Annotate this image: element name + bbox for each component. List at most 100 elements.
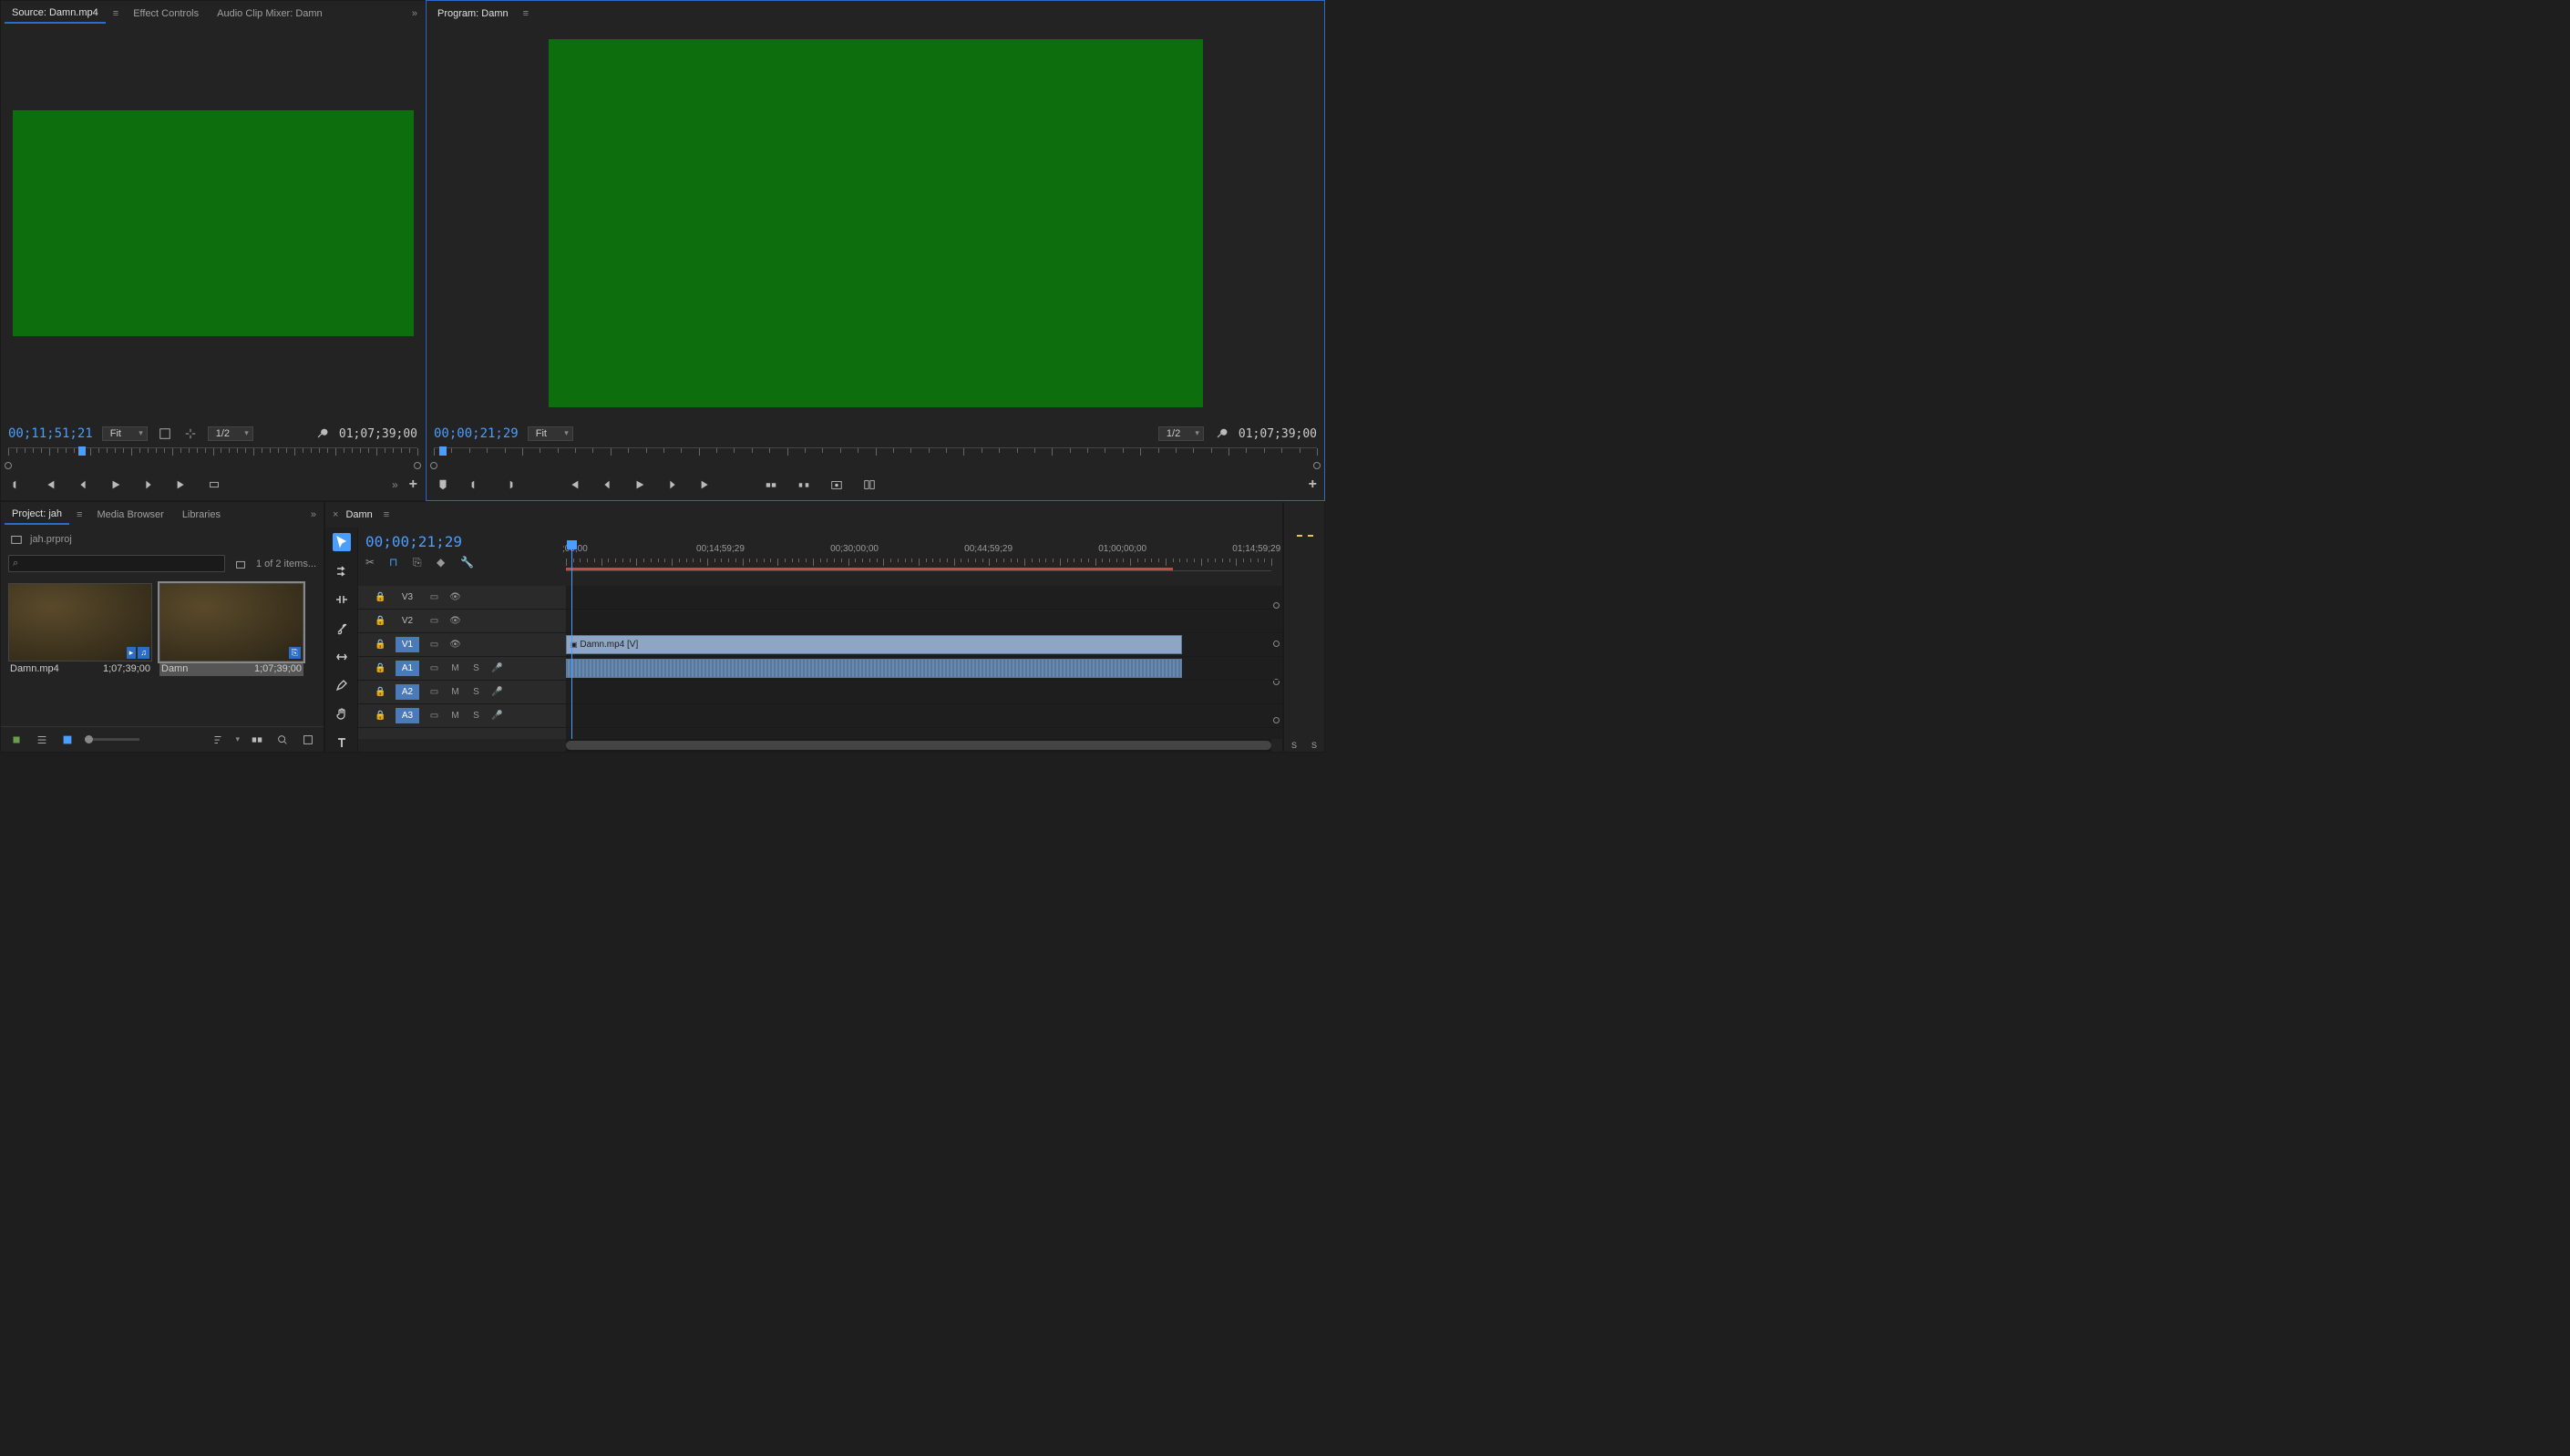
select-zoom-icon[interactable] [157,426,173,442]
tab-audio-mixer[interactable]: Audio Clip Mixer: Damn [210,5,330,23]
tab-libraries[interactable]: Libraries [175,506,228,524]
snap-toggle-icon[interactable]: ⊓ [389,556,402,569]
rw-toggle-icon[interactable] [8,732,25,748]
sync-lock-icon[interactable]: ▭ [428,615,440,627]
track-name-label[interactable]: V2 [396,613,419,629]
timeline-zoom-scrollbar[interactable] [566,739,1271,752]
timeline-ruler-area[interactable]: ;00;0000;14;59;2900;30;00;0000;44;59;290… [566,528,1282,586]
timeline-tab[interactable]: Damn [345,509,372,520]
source-zoom-dropdown[interactable]: Fit [102,426,148,441]
program-resolution-dropdown[interactable]: 1/2 [1158,426,1204,441]
solo-label[interactable]: S [1311,741,1317,750]
goto-in-icon[interactable] [565,476,583,494]
lock-icon[interactable]: 🔒 [375,639,386,651]
track-lane[interactable] [566,610,1282,633]
comparison-icon[interactable] [860,476,879,494]
sync-lock-icon[interactable]: ▭ [428,639,440,651]
track-name-label[interactable]: A1 [396,661,419,676]
track-header[interactable]: 🔒 A3 ▭ MS🎤 [358,704,566,728]
thumbnail-size-slider[interactable] [85,738,139,741]
mark-in-icon[interactable] [467,476,485,494]
panel-menu-icon[interactable]: ≡ [109,8,122,19]
close-tab-icon[interactable]: × [333,509,338,520]
source-timecode[interactable]: 00;11;51;21 [8,426,93,441]
sync-lock-icon[interactable]: ▭ [428,662,440,674]
voice-over-icon[interactable]: 🎤 [491,662,503,674]
lock-icon[interactable]: 🔒 [375,710,386,722]
goto-out-icon[interactable] [696,476,714,494]
track-header[interactable]: 🔒 V2 ▭ 👁 [358,610,566,633]
extract-icon[interactable] [795,476,813,494]
solo-icon[interactable]: S [470,710,482,722]
track-header[interactable]: 🔒 A2 ▭ MS🎤 [358,681,566,704]
bin-item[interactable]: ▸♫ Damn.mp4 1;07;39;00 [8,583,152,676]
track-header[interactable]: 🔒 A1 ▭ MS🎤 [358,657,566,681]
lock-icon[interactable]: 🔒 [375,662,386,674]
mark-in-icon[interactable] [8,476,26,494]
program-viewer[interactable] [427,26,1324,420]
mark-out-icon[interactable] [499,476,518,494]
wrench-icon[interactable] [314,426,330,442]
nest-toggle-icon[interactable]: ✂ [365,556,378,569]
list-view-icon[interactable] [34,732,50,748]
tab-media-browser[interactable]: Media Browser [89,506,170,524]
ripple-edit-tool-icon[interactable] [333,590,351,608]
slip-tool-icon[interactable] [333,648,351,665]
goto-out-icon[interactable] [172,476,190,494]
export-frame-icon[interactable] [828,476,846,494]
track-header[interactable]: 🔒 V3 ▭ 👁 [358,586,566,610]
icon-view-icon[interactable] [59,732,76,748]
solo-label[interactable]: S [1291,741,1297,750]
source-viewer[interactable] [1,26,425,420]
step-fwd-icon[interactable] [139,476,158,494]
toggle-output-icon[interactable]: 👁 [449,591,461,603]
sync-lock-icon[interactable]: ▭ [428,591,440,603]
lock-icon[interactable]: 🔒 [375,615,386,627]
panel-menu-icon[interactable]: ≡ [73,509,86,520]
source-resolution-dropdown[interactable]: 1/2 [208,426,253,441]
panel-menu-icon[interactable]: ≡ [380,509,393,520]
track-lane[interactable] [566,704,1282,728]
wrench-icon[interactable] [1213,426,1229,442]
auto-seq-icon[interactable] [249,732,265,748]
bin-item[interactable]: ⎘ Damn 1;07;39;00 [159,583,303,676]
selection-tool-icon[interactable] [333,533,351,551]
add-button-icon[interactable]: + [1309,477,1317,493]
pen-tool-icon[interactable] [333,677,351,694]
voice-over-icon[interactable]: 🎤 [491,710,503,722]
step-fwd-icon[interactable] [663,476,682,494]
razor-tool-icon[interactable] [333,620,351,637]
solo-icon[interactable]: S [470,686,482,698]
program-ruler[interactable] [427,447,1324,469]
toggle-output-icon[interactable]: 👁 [449,615,461,627]
tab-source[interactable]: Source: Damn.mp4 [5,4,106,24]
mute-icon[interactable]: M [449,686,461,698]
sync-lock-icon[interactable]: ▭ [428,686,440,698]
track-lane[interactable] [566,586,1282,610]
panel-menu-icon[interactable]: ≡ [519,8,532,19]
lift-icon[interactable] [762,476,780,494]
lock-icon[interactable]: 🔒 [375,591,386,603]
timeline-clip[interactable]: ▣ Damn.mp4 [V] [566,635,1182,654]
transport-overflow-icon[interactable]: » [388,478,402,491]
goto-in-icon[interactable] [41,476,59,494]
track-content[interactable]: ▣ Damn.mp4 [V] [566,586,1282,739]
tab-project[interactable]: Project: jah [5,505,69,525]
overflow-icon[interactable]: » [408,8,421,19]
lock-icon[interactable]: 🔒 [375,686,386,698]
toggle-output-icon[interactable]: 👁 [449,639,461,651]
marker-icon[interactable]: ◆ [437,556,449,569]
timeline-playhead[interactable] [571,586,572,739]
play-icon[interactable] [107,476,125,494]
add-button-icon[interactable]: + [409,477,417,493]
new-item-icon[interactable] [300,732,316,748]
track-name-label[interactable]: V3 [396,590,419,605]
find-icon[interactable] [274,732,291,748]
mute-icon[interactable]: M [449,710,461,722]
voice-over-icon[interactable]: 🎤 [491,686,503,698]
type-tool-icon[interactable] [333,734,351,752]
source-ruler[interactable] [1,447,425,469]
sort-icon[interactable] [210,732,226,748]
play-icon[interactable] [631,476,649,494]
mute-icon[interactable]: M [449,662,461,674]
